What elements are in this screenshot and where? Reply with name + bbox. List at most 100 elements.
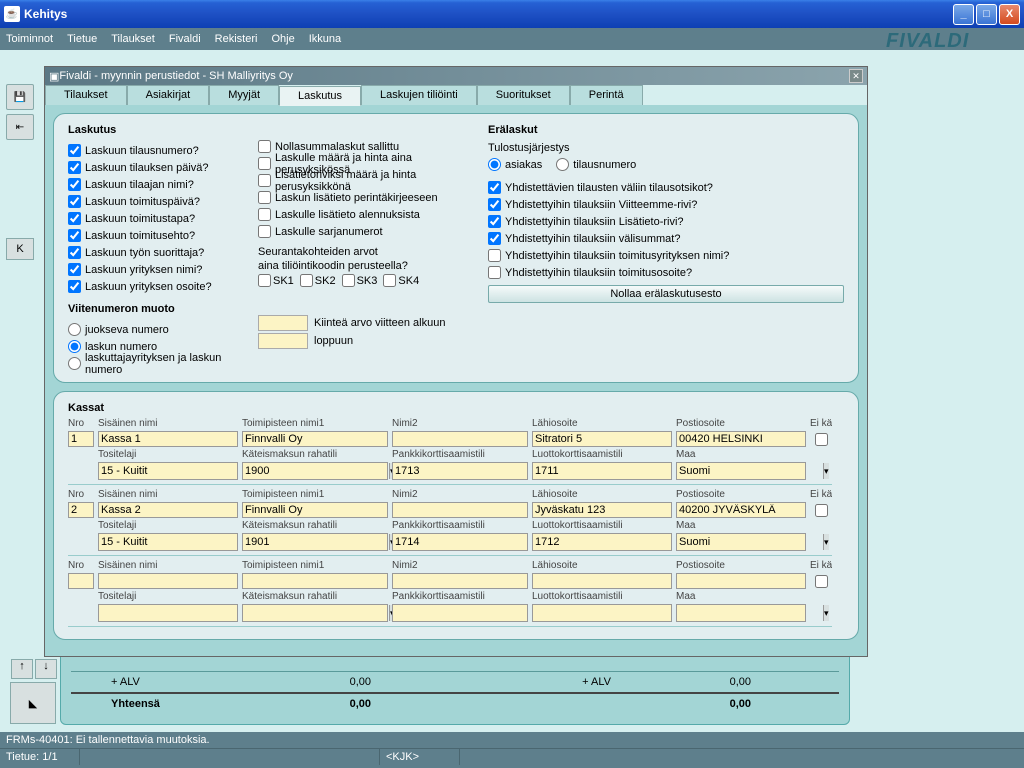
kassa-1-eikayt[interactable] xyxy=(815,504,828,517)
viite-radio-0[interactable] xyxy=(68,323,81,336)
tab-laskujen tiliöinti[interactable]: Laskujen tiliöinti xyxy=(361,85,477,105)
laskutus-mid-check-5[interactable] xyxy=(258,225,271,238)
tab-tilaukset[interactable]: Tilaukset xyxy=(45,85,127,105)
sk-check-2[interactable] xyxy=(342,274,355,287)
kassa-2-posti[interactable] xyxy=(676,573,806,589)
kassa-2-kateis[interactable]: ▾ xyxy=(242,604,388,622)
laskutus-left-check-4[interactable] xyxy=(68,212,81,225)
kassa-0-tositelaji[interactable]: ▾ xyxy=(98,462,238,480)
tab-perintä[interactable]: Perintä xyxy=(570,85,643,105)
save-icon[interactable]: 💾 xyxy=(6,84,34,110)
tulostus-radio-1[interactable] xyxy=(556,158,569,171)
kassa-1-nimi2[interactable] xyxy=(392,502,528,518)
kassa-1-tositelaji[interactable]: ▾ xyxy=(98,533,238,551)
laskutus-mid-check-3[interactable] xyxy=(258,191,271,204)
kassa-0-posti[interactable] xyxy=(676,431,806,447)
menu-ohje[interactable]: Ohje xyxy=(271,33,294,45)
kassa-0-nro[interactable] xyxy=(68,431,94,447)
laskutus-mid-check-2[interactable] xyxy=(258,174,271,187)
viite-radio-1[interactable] xyxy=(68,340,81,353)
laskutus-left-check-7[interactable] xyxy=(68,263,81,276)
laskutus-left-check-6[interactable] xyxy=(68,246,81,259)
kassa-2-toimipiste[interactable] xyxy=(242,573,388,589)
kassa-0-pankki[interactable]: ▾ xyxy=(392,462,528,480)
kassa-1-toimipiste[interactable] xyxy=(242,502,388,518)
kassa-0-maa[interactable]: ▾ xyxy=(676,462,806,480)
exit-icon[interactable]: ⇤ xyxy=(6,114,34,140)
kassa-1-nro[interactable] xyxy=(68,502,94,518)
kassa-2-luotto[interactable]: ▾ xyxy=(532,604,672,622)
era-check-2[interactable] xyxy=(488,215,501,228)
kassa-1-posti[interactable] xyxy=(676,502,806,518)
laskutus-mid-check-4[interactable] xyxy=(258,208,271,221)
era-check-5[interactable] xyxy=(488,266,501,279)
kassa-0-eikayt[interactable] xyxy=(815,433,828,446)
laskutus-left-check-1[interactable] xyxy=(68,161,81,174)
menu-tietue[interactable]: Tietue xyxy=(67,33,97,45)
tab-suoritukset[interactable]: Suoritukset xyxy=(477,85,570,105)
kassa-2-lahi[interactable] xyxy=(532,573,672,589)
sk-check-3[interactable] xyxy=(383,274,396,287)
sk-check-0[interactable] xyxy=(258,274,271,287)
close-button[interactable]: X xyxy=(999,4,1020,25)
kassa-2-pankki[interactable]: ▾ xyxy=(392,604,528,622)
fivaldi-icon[interactable]: ◣ xyxy=(10,682,56,724)
down-arrow-button[interactable]: ↓ xyxy=(35,659,57,679)
kassa-2-sisainen[interactable] xyxy=(98,573,238,589)
kassa-2-tositelaji[interactable]: ▾ xyxy=(98,604,238,622)
viite-alku-input[interactable] xyxy=(258,315,308,331)
tab-myyjät[interactable]: Myyjät xyxy=(209,85,279,105)
menu-toiminnot[interactable]: Toiminnot xyxy=(6,33,53,45)
sk-check-1[interactable] xyxy=(300,274,313,287)
menu-fivaldi[interactable]: Fivaldi xyxy=(169,33,201,45)
eralaskut-title: Erälaskut xyxy=(488,124,844,136)
kassa-header: Sisäinen nimi xyxy=(98,418,238,429)
kassa-2-eikayt[interactable] xyxy=(815,575,828,588)
kassa-1-maa[interactable]: ▾ xyxy=(676,533,806,551)
kassa-2-nro[interactable] xyxy=(68,573,94,589)
viite-loppu-input[interactable] xyxy=(258,333,308,349)
laskutus-mid-check-0[interactable] xyxy=(258,140,271,153)
kassa-0-lahi[interactable] xyxy=(532,431,672,447)
era-check-1[interactable] xyxy=(488,198,501,211)
laskutus-left-check-3[interactable] xyxy=(68,195,81,208)
tab-laskutus[interactable]: Laskutus xyxy=(279,86,361,106)
kassa-0-luotto[interactable]: ▾ xyxy=(532,462,672,480)
laskutus-left-check-5[interactable] xyxy=(68,229,81,242)
kassat-title: Kassat xyxy=(68,402,844,414)
maximize-button[interactable]: □ xyxy=(976,4,997,25)
era-check-0[interactable] xyxy=(488,181,501,194)
menu-rekisteri[interactable]: Rekisteri xyxy=(215,33,258,45)
menu-tilaukset[interactable]: Tilaukset xyxy=(111,33,155,45)
laskutus-left-check-8[interactable] xyxy=(68,280,81,293)
inner-close-button[interactable]: ✕ xyxy=(849,69,863,83)
kassa-1-kateis[interactable]: ▾ xyxy=(242,533,388,551)
kassa-1-pankki[interactable]: ▾ xyxy=(392,533,528,551)
kassa-0-toimipiste[interactable] xyxy=(242,431,388,447)
viite-radio-2[interactable] xyxy=(68,357,81,370)
kassa-0-kateis[interactable]: ▾ xyxy=(242,462,388,480)
kassa-2-nimi2[interactable] xyxy=(392,573,528,589)
era-check-label-5: Yhdistettyihin tilauksiin toimitusosoite… xyxy=(505,267,692,279)
kassa-0-nimi2[interactable] xyxy=(392,431,528,447)
inner-titlebar: ▣ Fivaldi - myynnin perustiedot - SH Mal… xyxy=(45,67,867,85)
kassa-1-luotto[interactable]: ▾ xyxy=(532,533,672,551)
up-arrow-button[interactable]: ↑ xyxy=(11,659,33,679)
laskutus-left-check-2[interactable] xyxy=(68,178,81,191)
laskutus-left-check-0[interactable] xyxy=(68,144,81,157)
tulostus-radio-0[interactable] xyxy=(488,158,501,171)
kassa-1-sisainen[interactable] xyxy=(98,502,238,518)
viitenumero-title: Viitenumeron muoto xyxy=(68,303,258,315)
status-message: FRMs-40401: Ei tallennettavia muutoksia. xyxy=(0,732,1024,749)
k-button[interactable]: K xyxy=(6,238,34,260)
era-check-4[interactable] xyxy=(488,249,501,262)
minimize-button[interactable]: _ xyxy=(953,4,974,25)
kassa-1-lahi[interactable] xyxy=(532,502,672,518)
tab-asiakirjat[interactable]: Asiakirjat xyxy=(127,85,210,105)
kassa-0-sisainen[interactable] xyxy=(98,431,238,447)
nollaa-button[interactable]: Nollaa erälaskutusesto xyxy=(488,285,844,303)
era-check-3[interactable] xyxy=(488,232,501,245)
menu-ikkuna[interactable]: Ikkuna xyxy=(309,33,341,45)
kassa-2-maa[interactable]: ▾ xyxy=(676,604,806,622)
laskutus-mid-check-1[interactable] xyxy=(258,157,271,170)
